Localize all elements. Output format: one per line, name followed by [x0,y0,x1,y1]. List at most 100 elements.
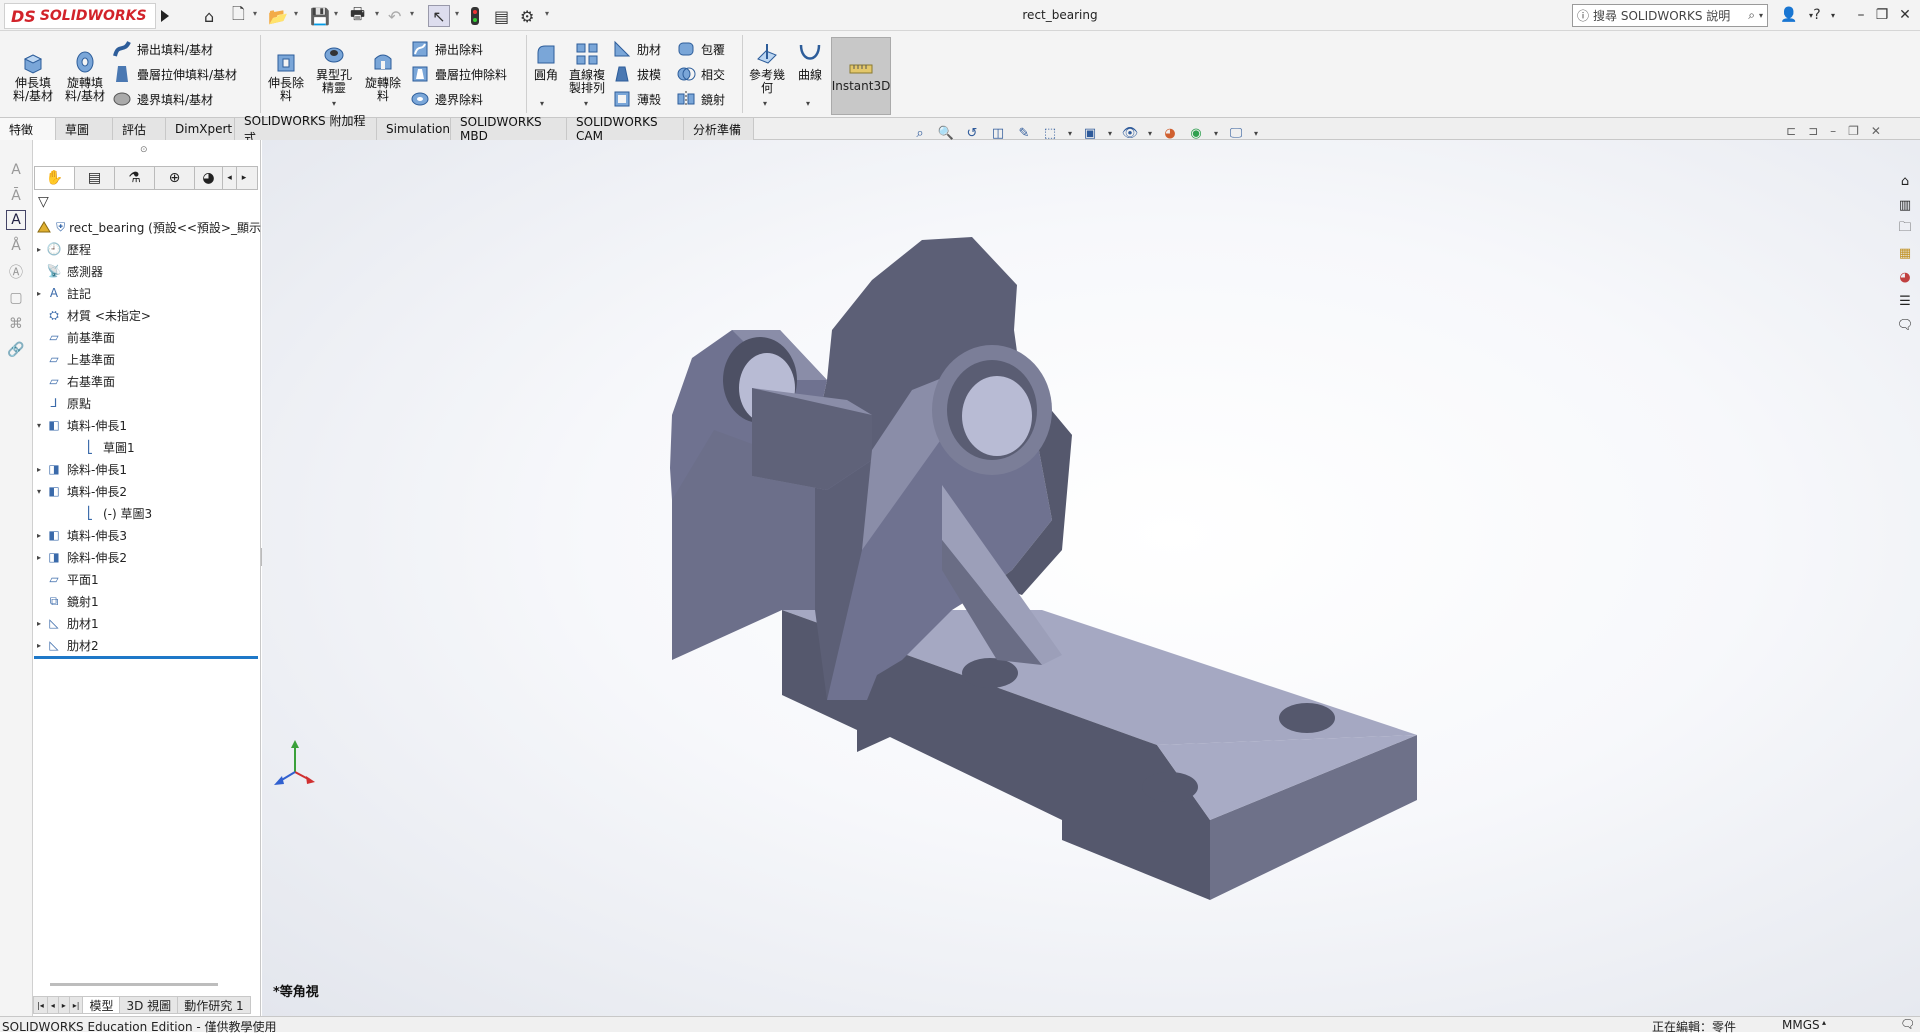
tile-left-icon[interactable]: ⊏ [1786,124,1796,138]
balloon-icon[interactable]: Å [6,236,26,256]
expand-arrow-icon[interactable]: ▸ [33,245,45,254]
viewport-close-icon[interactable]: ✕ [1871,124,1881,138]
tab-model[interactable]: 模型 [82,996,121,1014]
tree-item[interactable]: ▸ ◨ 除料-伸長2 [33,546,261,568]
options-button[interactable]: ⚙ [520,5,534,27]
tree-item[interactable]: ⎣ 草圖1 [33,436,261,458]
revolve-boss-button[interactable]: 旋轉填料/基材 [60,49,110,103]
tab-scroll-last-icon[interactable]: ▸| [68,996,84,1014]
tab-analysis-prep[interactable]: 分析準備 [684,118,754,140]
zoom-to-area-icon[interactable]: 🔍 [936,124,956,142]
tree-item[interactable]: ⎣ (-) 草圖3 [33,502,261,524]
pattern-dropdown-icon[interactable]: ▾ [584,99,588,108]
feature-manager-tab-icon[interactable]: ✋ [35,167,75,189]
solidworks-logo[interactable]: DS SOLIDWORKS [4,3,156,29]
design-library-icon[interactable]: ▥ [1894,194,1916,216]
smart-dimension-icon[interactable]: A [6,160,26,180]
note-icon[interactable]: Ā [6,186,26,206]
file-properties-button[interactable]: ▤ [494,5,509,27]
datum-icon[interactable]: Ⓐ [6,262,26,282]
previous-view-icon[interactable]: ↺ [962,124,982,142]
expand-arrow-icon[interactable]: ▸ [33,553,45,562]
search-icon[interactable]: ⌕ [1748,8,1755,23]
expand-arrow-icon[interactable]: ▸ [33,531,45,540]
tab-evaluate[interactable]: 評估 [113,118,166,140]
select-dropdown-icon[interactable]: ▾ [455,9,459,18]
expand-arrow-icon[interactable]: ▾ [33,487,45,496]
hole-wizard-dropdown-icon[interactable]: ▾ [332,99,336,108]
tab-dimxpert[interactable]: DimXpert [166,118,235,140]
draft-button[interactable]: 拔模 [612,64,661,84]
loft-cut-button[interactable]: 疊層拉伸除料 [410,64,507,84]
search-dropdown-icon[interactable]: ▾ [1759,11,1763,20]
sweep-cut-button[interactable]: 掃出除料 [410,39,483,59]
view-orientation-dropdown-icon[interactable]: ▾ [1066,124,1074,142]
wrap-button[interactable]: 包覆 [676,39,725,59]
extrude-boss-button[interactable]: 伸長填料/基材 [8,49,58,103]
tab-simulation[interactable]: Simulation [377,118,451,140]
part-model[interactable] [262,140,1920,1016]
search-input[interactable]: 搜尋 SOLIDWORKS 說明 [1593,7,1744,24]
panel-grip-icon[interactable]: ⊙ [140,145,148,155]
horizontal-scrollbar[interactable] [50,983,218,986]
viewport-restore-icon[interactable]: ❐ [1848,124,1859,138]
tree-item[interactable]: ▸ ◨ 除料-伸長1 [33,458,261,480]
hole-wizard-button[interactable]: 異型孔精靈 [310,41,358,95]
mirror-button[interactable]: 鏡射 [676,89,725,109]
help-dropdown-icon[interactable]: ▾ [1822,3,1844,27]
print-dropdown-icon[interactable]: ▾ [375,9,379,18]
shell-button[interactable]: 薄殼 [612,89,661,109]
tree-item[interactable]: ▱ 平面1 [33,568,261,590]
view-settings-dropdown-icon[interactable]: ▾ [1252,124,1260,142]
tab-motion-study[interactable]: 動作研究 1 [177,996,251,1014]
tab-addins[interactable]: SOLIDWORKS 附加程式 [235,114,377,145]
tab-scroll-first-icon[interactable]: |◂ [33,996,48,1014]
view-orientation-icon[interactable]: ⬚ [1040,124,1060,142]
extrude-cut-button[interactable]: 伸長除料 [262,49,310,103]
tab-mbd[interactable]: SOLIDWORKS MBD [451,115,567,143]
undo-dropdown-icon[interactable]: ▾ [410,9,414,18]
property-manager-tab-icon[interactable]: ▤ [75,167,115,189]
expand-arrow-icon[interactable]: ▸ [33,289,45,298]
rebuild-button[interactable] [470,5,480,27]
tree-item[interactable]: ⛭ 材質 <未指定> [33,304,261,326]
expand-arrow-icon[interactable]: ▸ [33,641,45,650]
weld-icon[interactable]: ⌘ [6,314,26,334]
annotation-active-icon[interactable]: A [6,210,26,230]
custom-properties-icon[interactable]: ☰ [1894,290,1916,312]
rib-button[interactable]: 肋材 [612,39,661,59]
tree-item[interactable]: 📡 感測器 [33,260,261,282]
edit-appearance-icon[interactable]: ◕ [1160,124,1180,142]
fillet-button[interactable]: 圓角 [528,41,564,82]
tree-item[interactable]: ⧉ 鏡射1 [33,590,261,612]
display-style-dropdown-icon[interactable]: ▾ [1106,124,1114,142]
restore-button[interactable]: ❐ [1871,3,1893,27]
tree-item[interactable]: ▱ 前基準面 [33,326,261,348]
tab-scroll-right-icon[interactable]: ▸ [237,167,251,189]
expand-arrow-icon[interactable]: ▸ [33,465,45,474]
status-help-icon[interactable]: 🗨 [1900,1017,1915,1031]
units-selector[interactable]: MMGS [1782,1018,1820,1032]
home-button[interactable]: ⌂ [204,5,214,27]
options-dropdown-icon[interactable]: ▾ [545,9,549,18]
graphics-area[interactable] [262,140,1920,1016]
menu-expand-button[interactable] [158,5,172,27]
expand-arrow-icon[interactable]: ▸ [33,619,45,628]
minimize-button[interactable]: – [1850,3,1872,27]
curves-dropdown-icon[interactable]: ▾ [806,99,810,108]
expand-arrow-icon[interactable]: ▾ [33,421,45,430]
rollback-bar[interactable] [34,656,258,659]
fillet-dropdown-icon[interactable]: ▾ [540,99,544,108]
surface-finish-icon[interactable]: ▢ [6,288,26,308]
tab-features[interactable]: 特徵 [0,118,56,140]
viewport-minimize-icon[interactable]: – [1830,124,1836,138]
user-button[interactable]: 👤 [1778,3,1800,27]
close-button[interactable]: ✕ [1894,3,1916,27]
tree-item[interactable]: ▱ 上基準面 [33,348,261,370]
tree-item[interactable]: ▸ ◺ 肋材1 [33,612,261,634]
scene-dropdown-icon[interactable]: ▾ [1212,124,1220,142]
tree-item[interactable]: ▸ A 註記 [33,282,261,304]
intersect-button[interactable]: 相交 [676,64,725,84]
new-dropdown-icon[interactable]: ▾ [253,9,257,18]
tree-item[interactable]: ▾ ◧ 填料-伸長2 [33,480,261,502]
